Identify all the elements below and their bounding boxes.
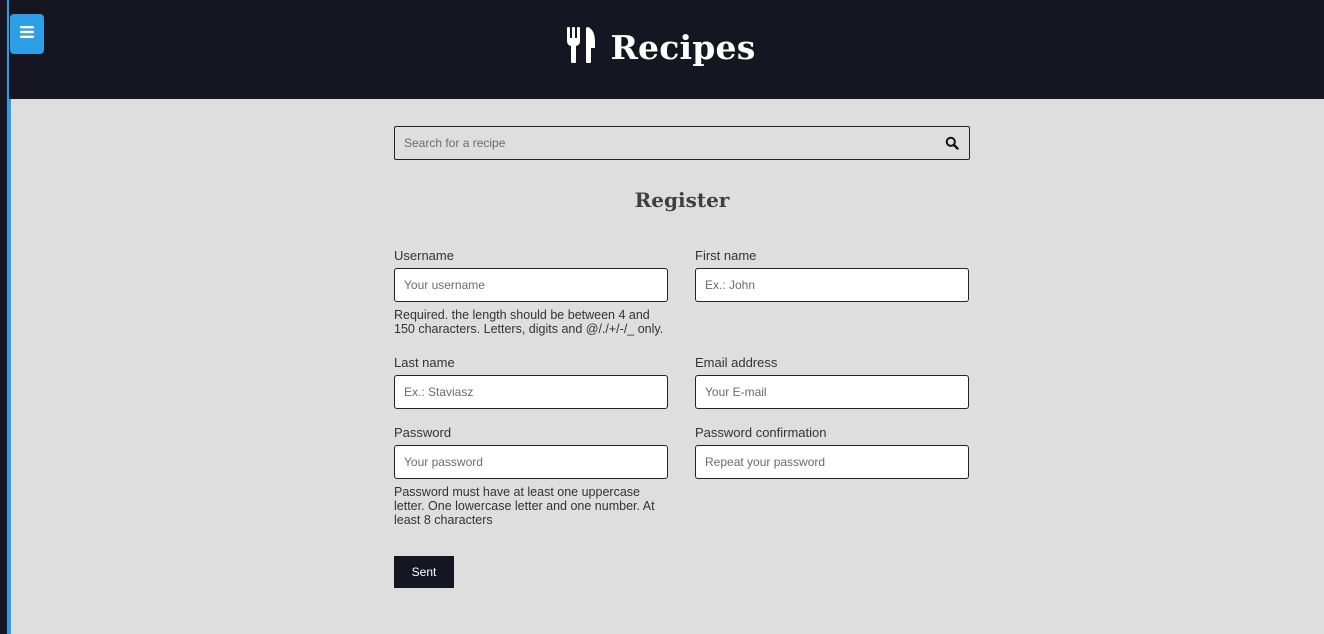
search-bar — [394, 126, 970, 160]
username-label: Username — [394, 248, 454, 263]
password-confirmation-input[interactable] — [696, 446, 968, 478]
search-icon[interactable] — [945, 136, 959, 150]
email-input[interactable] — [696, 376, 968, 408]
password-confirmation-field-group: Password confirmation — [695, 425, 969, 479]
username-field-group: Username Required. the length should be … — [394, 248, 668, 336]
password-label: Password — [394, 425, 452, 440]
last-name-input[interactable] — [395, 376, 667, 408]
password-help-text: Password must have at least one uppercas… — [394, 485, 655, 527]
password-field-group: Password Password must have at least one… — [394, 425, 668, 527]
site-title: Recipes — [610, 28, 756, 67]
password-input[interactable] — [395, 446, 667, 478]
last-name-field-group: Last name — [394, 355, 668, 409]
utensils-icon — [566, 26, 596, 69]
email-label: Email address — [695, 355, 778, 370]
form-title: Register — [634, 188, 730, 212]
last-name-label: Last name — [394, 355, 455, 370]
first-name-label: First name — [695, 248, 757, 263]
submit-button[interactable]: Sent — [394, 556, 454, 588]
email-field-group: Email address — [695, 355, 969, 409]
password-confirmation-label: Password confirmation — [695, 425, 827, 440]
first-name-input[interactable] — [696, 269, 968, 301]
hamburger-icon — [20, 25, 34, 44]
first-name-field-group: First name — [695, 248, 969, 302]
menu-toggle-button[interactable] — [10, 14, 44, 54]
main-content: Register Username Required. the length s… — [394, 126, 970, 588]
brand[interactable]: Recipes — [566, 26, 755, 69]
search-input[interactable] — [395, 127, 969, 159]
username-help-text: Required. the length should be between 4… — [394, 308, 664, 336]
username-input[interactable] — [395, 269, 667, 301]
site-header: Recipes — [9, 0, 1324, 99]
